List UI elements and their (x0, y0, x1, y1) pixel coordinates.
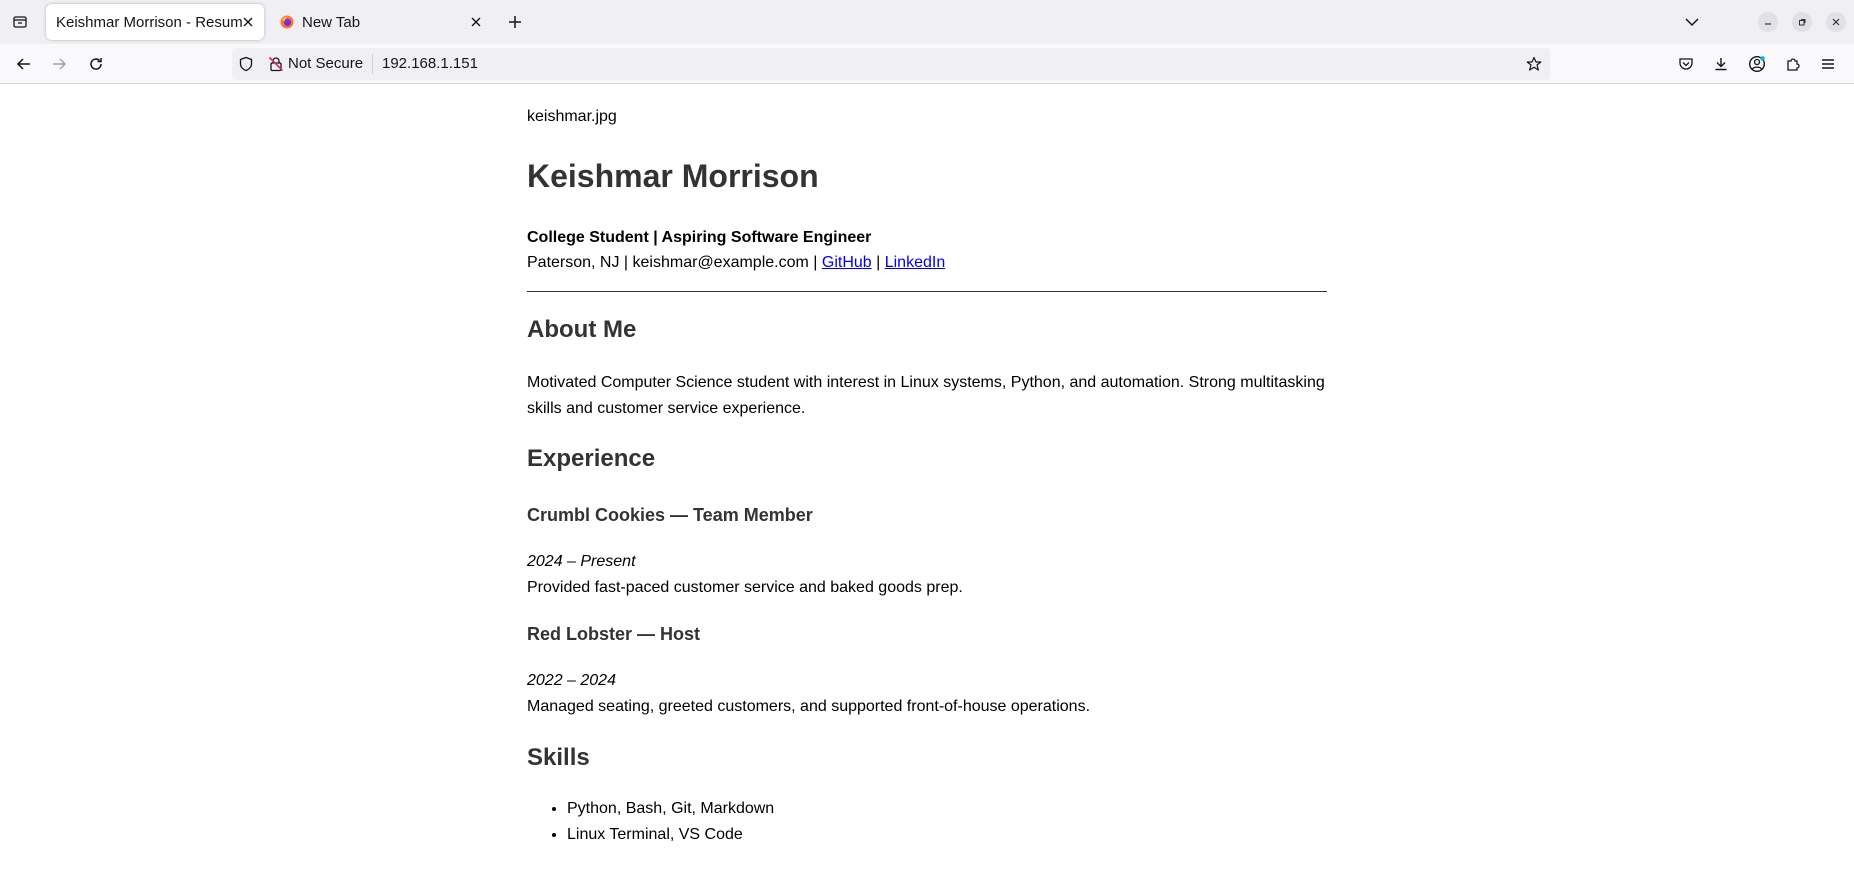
tab-list-icon (13, 16, 27, 28)
experience-heading: Experience (527, 445, 656, 472)
job-dates: 2024 – Present (527, 553, 636, 570)
tagline: College Student | Aspiring Software Engi… (527, 229, 872, 246)
github-link[interactable]: GitHub (822, 254, 872, 271)
account-icon (1748, 55, 1766, 73)
navigation-toolbar: Not Secure 192.168.1.151 (0, 44, 1854, 84)
minimize-icon (1765, 23, 1771, 25)
url-text[interactable]: 192.168.1.151 (382, 55, 478, 72)
profile-image-alt-text: keishmar.jpg (527, 108, 617, 125)
firefox-icon (280, 15, 294, 29)
puzzle-icon (1787, 58, 1800, 71)
shield-icon[interactable] (238, 56, 254, 72)
job-title: Crumbl Cookies — Team Member (527, 505, 813, 525)
arrow-right-icon (53, 58, 67, 70)
plus-icon (509, 16, 521, 28)
list-all-tabs-button[interactable] (1680, 10, 1704, 34)
tab-list-button[interactable] (6, 8, 34, 36)
tab-title: Keishmar Morrison - Resume (56, 13, 242, 31)
location-email: Paterson, NJ | keishmar@example.com | (527, 254, 822, 271)
pocket-icon (1679, 58, 1693, 70)
reload-icon (90, 58, 102, 70)
list-item: Linux Terminal, VS Code (567, 822, 774, 848)
skills-list: Python, Bash, Git, Markdown Linux Termin… (567, 796, 774, 848)
download-icon (1715, 58, 1727, 71)
downloads-button[interactable] (1709, 52, 1733, 76)
arrow-left-icon (16, 58, 30, 70)
job-description: Managed seating, greeted customers, and … (527, 698, 1091, 715)
new-tab-button[interactable] (504, 11, 526, 33)
url-bar[interactable]: Not Secure 192.168.1.151 (232, 48, 1550, 80)
bookmark-star-button[interactable] (1524, 54, 1544, 74)
header-divider (527, 291, 1327, 292)
close-tab-icon[interactable] (240, 14, 256, 30)
insecure-lock-icon[interactable] (268, 56, 284, 72)
tab-resume[interactable]: Keishmar Morrison - Resume (46, 4, 264, 40)
account-button[interactable] (1745, 52, 1769, 76)
pocket-button[interactable] (1674, 52, 1698, 76)
chevron-down-icon (1685, 18, 1699, 27)
forward-button[interactable] (47, 52, 71, 76)
page-title: Keishmar Morrison (527, 158, 819, 194)
contact-line: Paterson, NJ | keishmar@example.com | Gi… (527, 254, 945, 272)
linkedin-link[interactable]: LinkedIn (885, 254, 946, 271)
close-tab-icon[interactable] (468, 14, 484, 30)
tab-new-tab[interactable]: New Tab (274, 4, 492, 40)
back-button[interactable] (12, 52, 36, 76)
hamburger-menu-icon (1822, 59, 1834, 69)
job-title: Red Lobster — Host (527, 624, 701, 644)
extensions-button[interactable] (1781, 52, 1805, 76)
job-description: Provided fast-paced customer service and… (527, 579, 963, 596)
about-text: Motivated Computer Science student with … (527, 374, 1325, 417)
job-dates: 2022 – 2024 (527, 672, 616, 689)
list-item: Python, Bash, Git, Markdown (567, 796, 774, 822)
reload-button[interactable] (84, 52, 108, 76)
app-menu-button[interactable] (1816, 52, 1840, 76)
close-icon (1832, 18, 1840, 26)
tab-bar: Keishmar Morrison - Resume New Tab (0, 0, 1854, 44)
skills-heading: Skills (527, 744, 590, 771)
star-icon (1526, 56, 1542, 71)
minimize-button[interactable] (1758, 12, 1778, 32)
about-heading: About Me (527, 316, 637, 343)
maximize-button[interactable] (1792, 12, 1812, 32)
close-window-button[interactable] (1826, 12, 1846, 32)
contact-separator: | (871, 254, 885, 271)
restore-icon (1799, 19, 1806, 26)
not-secure-label[interactable]: Not Secure (288, 55, 363, 72)
url-separator (372, 54, 373, 74)
tab-title: New Tab (302, 13, 361, 31)
